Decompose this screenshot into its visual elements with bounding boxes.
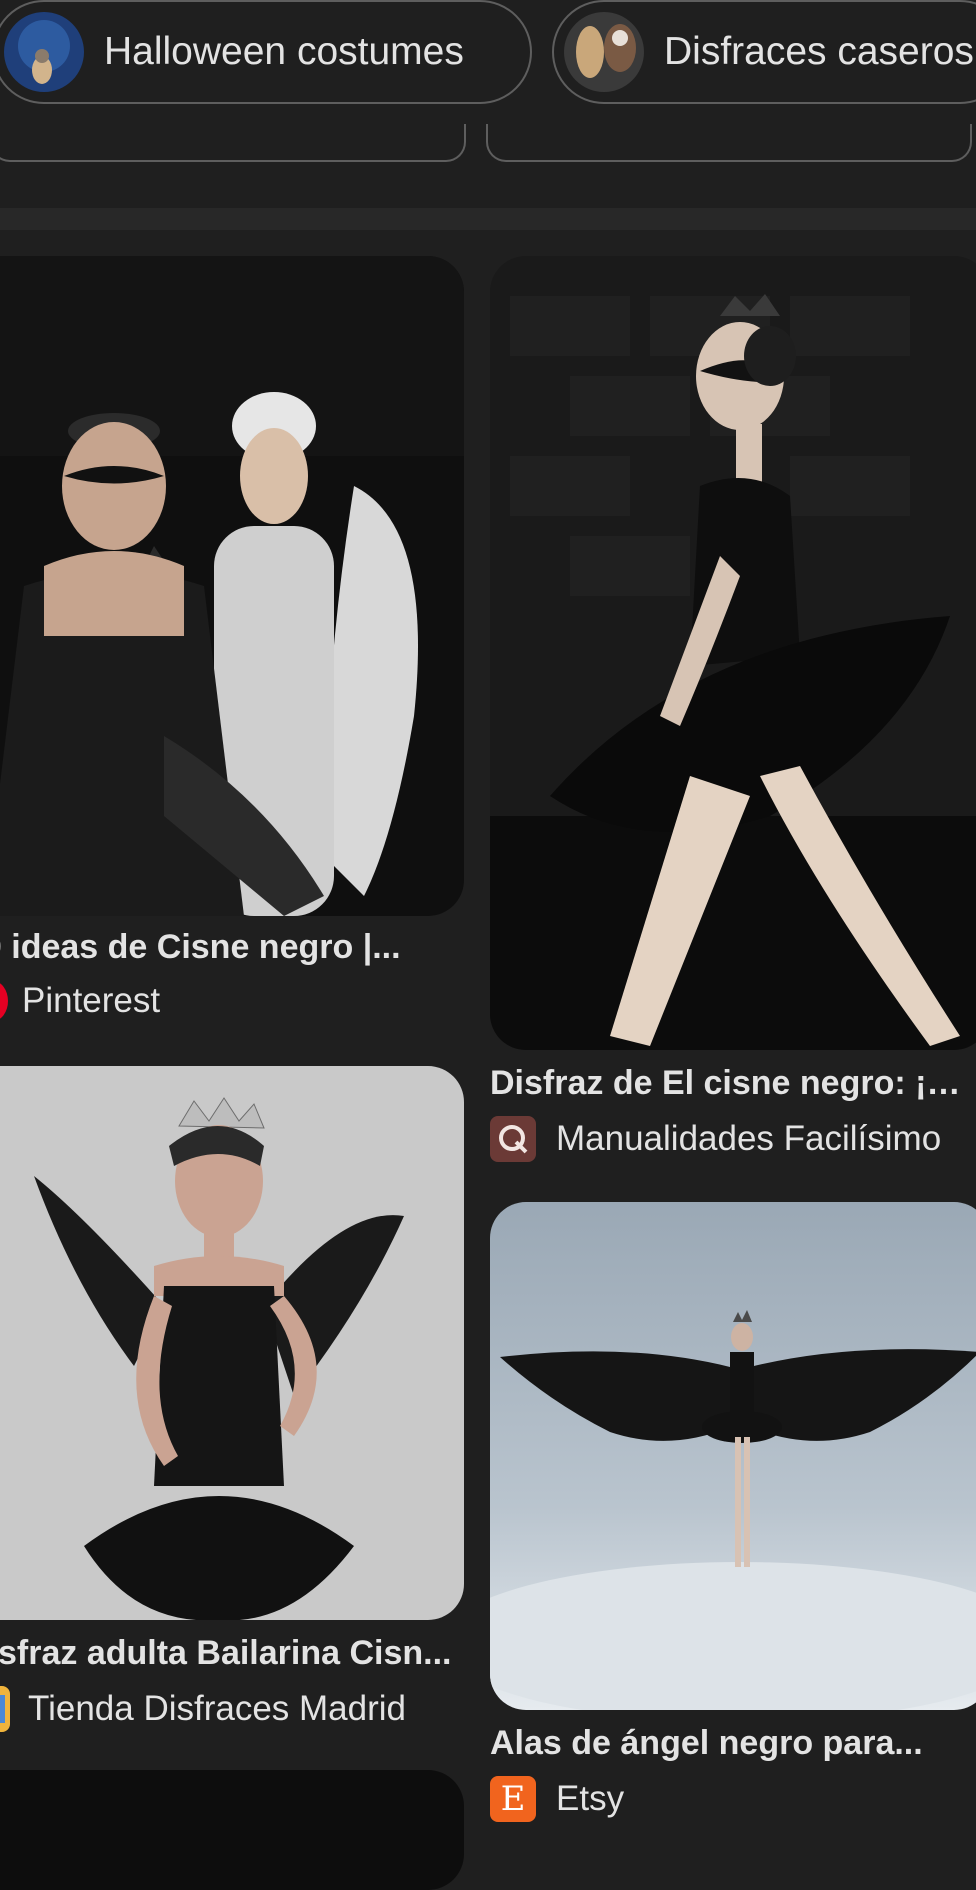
facilisimo-logo-icon	[490, 1116, 536, 1162]
section-divider	[0, 208, 976, 230]
chip-thumbnail	[564, 12, 644, 92]
etsy-logo-icon: E	[490, 1776, 536, 1822]
result-title[interactable]: Alas de ángel negro para...	[490, 1724, 976, 1763]
previous-row-card-bottom	[486, 124, 972, 162]
result-title[interactable]: Disfraz adulta Bailarina Cisn...	[0, 1634, 454, 1673]
chip-label: Disfraces caseros	[664, 30, 974, 73]
result-source[interactable]: E Etsy	[490, 1776, 624, 1822]
etsy-logo-letter: E	[500, 1779, 526, 1819]
chip-disfraces-caseros[interactable]: Disfraces caseros	[552, 0, 976, 104]
result-title[interactable]: 10 ideas de Cisne negro |...	[0, 928, 418, 967]
chip-halloween-costumes[interactable]: Halloween costumes	[0, 0, 532, 104]
source-name: Manualidades Facilísimo	[556, 1119, 942, 1158]
result-image-cisne-negro-pinterest[interactable]	[0, 256, 464, 916]
result-image-disfraz-cisne-negro[interactable]	[490, 256, 976, 1050]
result-source[interactable]: Tienda Disfraces Madrid	[0, 1686, 406, 1732]
chip-thumbnail	[4, 12, 84, 92]
result-title[interactable]: Disfraz de El cisne negro: ¡el...	[490, 1064, 976, 1103]
previous-row-card-bottom	[0, 124, 466, 162]
tienda-disfraces-logo-icon	[0, 1686, 10, 1732]
result-source[interactable]: Pinterest	[0, 981, 160, 1021]
result-image-alas-angel-negro[interactable]	[490, 1202, 976, 1710]
source-name: Etsy	[556, 1779, 625, 1818]
result-source[interactable]: Manualidades Facilísimo	[490, 1116, 941, 1162]
source-name: Pinterest	[22, 981, 161, 1020]
pinterest-logo-icon	[0, 981, 8, 1021]
result-image-bailarina-cisne[interactable]	[0, 1066, 464, 1620]
source-name: Tienda Disfraces Madrid	[28, 1689, 407, 1728]
chip-label: Halloween costumes	[104, 30, 464, 73]
result-image-partial[interactable]	[0, 1770, 464, 1890]
